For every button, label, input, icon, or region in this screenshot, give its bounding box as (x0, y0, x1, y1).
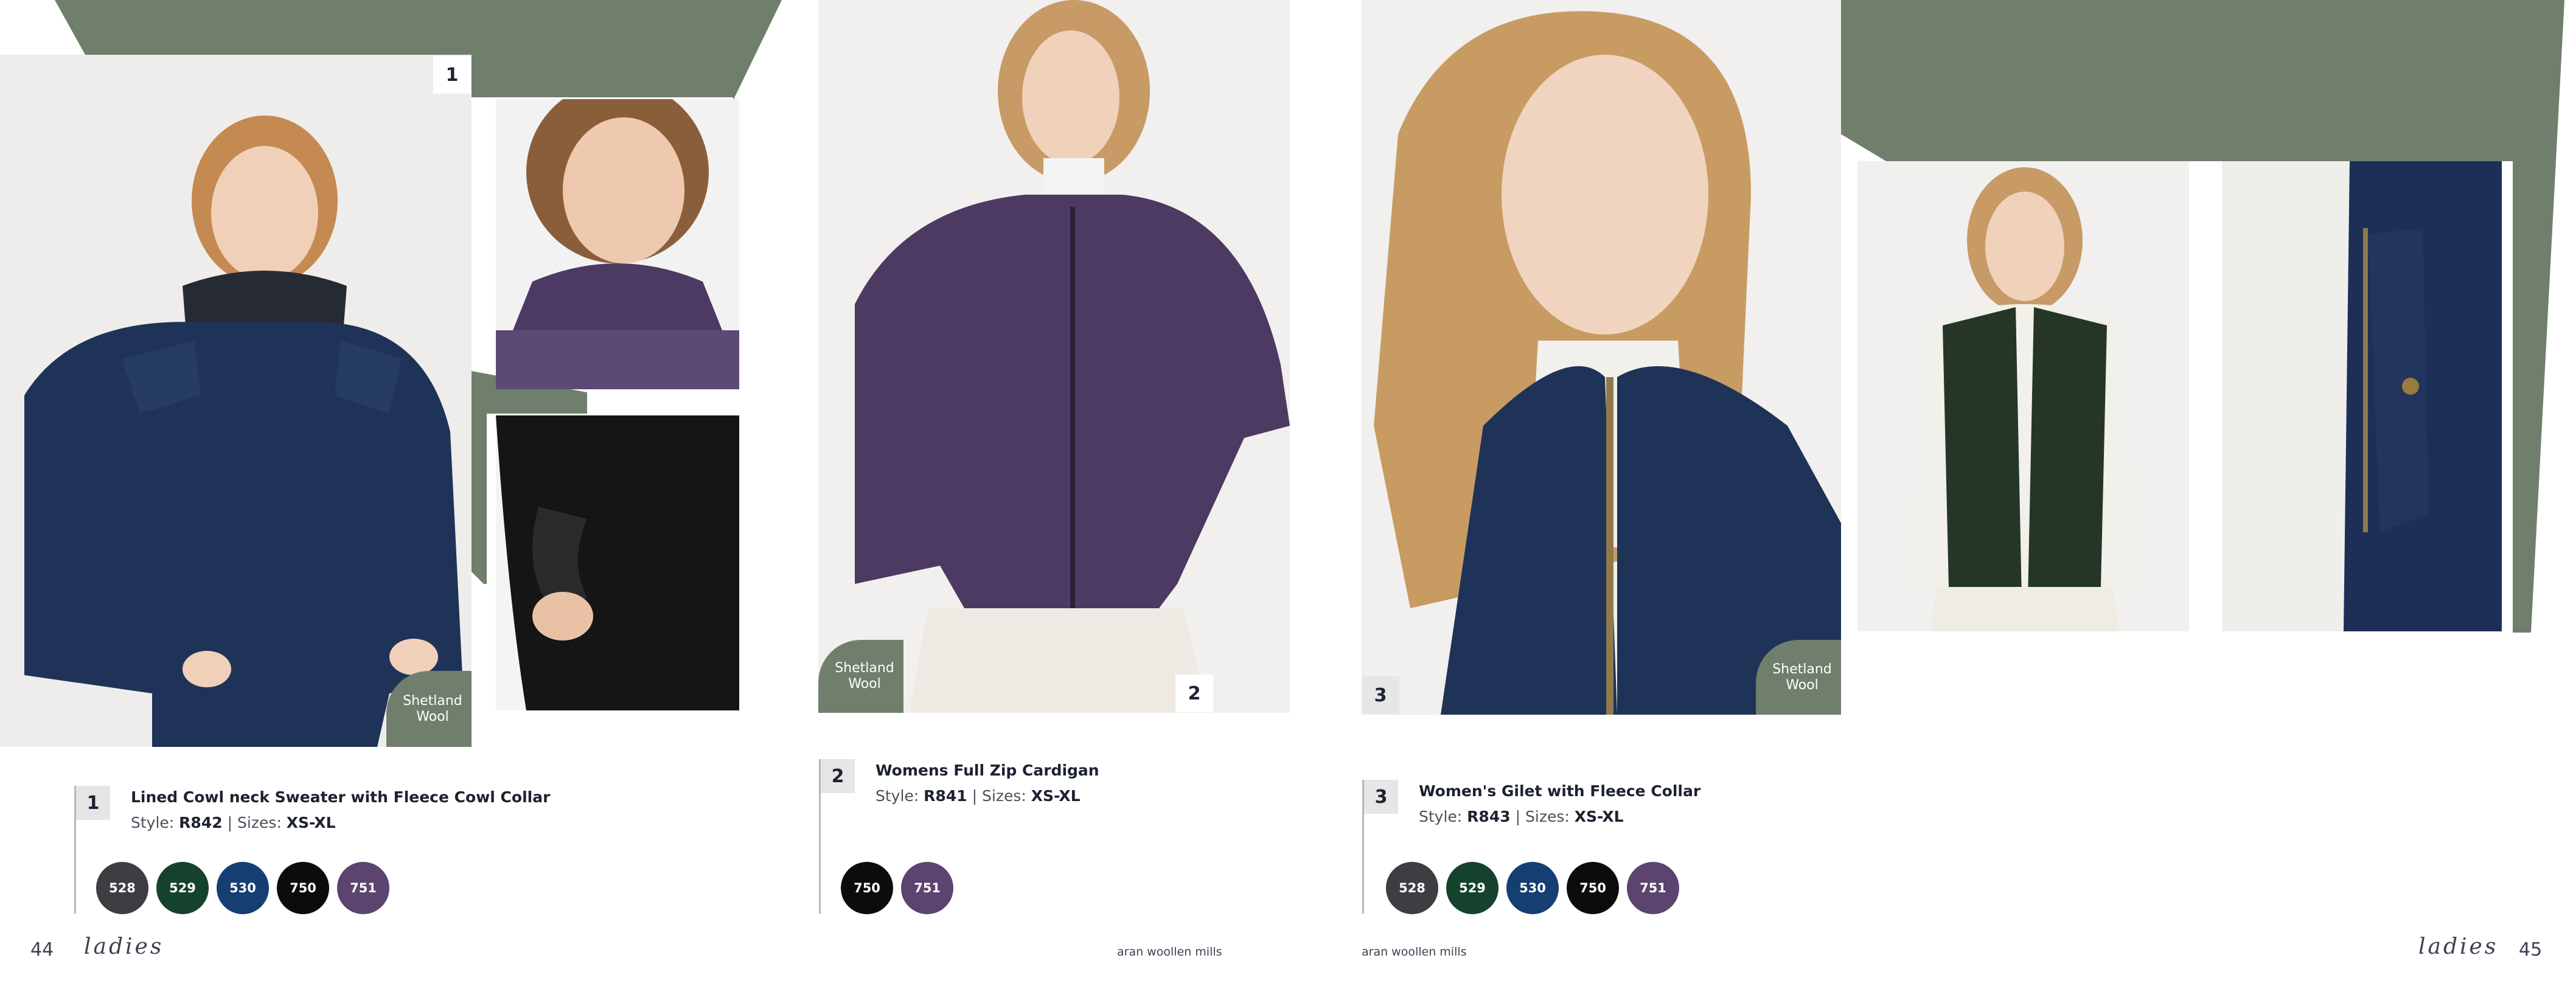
product-1-number: 1 (76, 786, 110, 820)
swatch-529[interactable]: 529 (156, 862, 209, 914)
wool-tag-2-line1: Shetland (835, 661, 894, 676)
photo-gilet-pocket (2222, 161, 2502, 631)
photo-2-badge: 2 (1175, 675, 1213, 712)
product-2-number: 2 (821, 759, 855, 793)
wool-tag-1-line2: Wool (416, 709, 449, 724)
photo-gilet-portrait (1362, 0, 1841, 715)
wool-tag-3-line1: Shetland (1772, 661, 1832, 677)
photo-gilet-full (1857, 161, 2189, 631)
product-2-sizes: XS-XL (1031, 787, 1081, 805)
photo-pocket-closeup (496, 415, 739, 710)
product-3-style-code: R843 (1467, 808, 1511, 825)
product-3-style-label: Style: (1419, 808, 1463, 825)
section-title-left: ladies (84, 934, 164, 959)
product-2-swatches: 750 751 (841, 862, 953, 914)
brand-left: aran woollen mills (1117, 945, 1222, 959)
product-1-style-label: Style: (131, 814, 175, 831)
product-3-sizes-label: Sizes: (1525, 808, 1570, 825)
swatch-528[interactable]: 528 (96, 862, 148, 914)
product-2-style-code: R841 (924, 787, 967, 805)
product-1-title: Lined Cowl neck Sweater with Fleece Cowl… (131, 788, 551, 806)
product-1-meta: Style: R842 | Sizes: XS-XL (131, 814, 336, 831)
page-number-right: 45 (2519, 939, 2543, 960)
product-3-title: Women's Gilet with Fleece Collar (1419, 782, 1701, 800)
product-3-sizes: XS-XL (1574, 808, 1624, 825)
swatch-751[interactable]: 751 (337, 862, 389, 914)
product-2-meta: Style: R841 | Sizes: XS-XL (875, 787, 1081, 805)
product-2-style-label: Style: (875, 787, 919, 805)
swatch-750[interactable]: 750 (1567, 862, 1619, 914)
photo-cowl-closeup (496, 99, 739, 389)
swatch-530[interactable]: 530 (1506, 862, 1559, 914)
wool-tag-1: Shetland Wool (386, 671, 472, 747)
product-1-sizes: XS-XL (286, 814, 336, 831)
swatch-751[interactable]: 751 (1627, 862, 1679, 914)
photo-cowl-sweater (0, 55, 472, 747)
product-1-swatches: 528 529 530 750 751 (96, 862, 389, 914)
wool-tag-1-line1: Shetland (403, 693, 462, 709)
swatch-750[interactable]: 750 (841, 862, 893, 914)
product-3-number: 3 (1364, 780, 1398, 814)
page-number-left: 44 (30, 939, 54, 960)
wool-tag-2-line2: Wool (848, 676, 881, 692)
product-3-swatches: 528 529 530 750 751 (1386, 862, 1679, 914)
swatch-751[interactable]: 751 (901, 862, 953, 914)
product-3-meta: Style: R843 | Sizes: XS-XL (1419, 808, 1624, 825)
product-1-sizes-label: Sizes: (237, 814, 282, 831)
brand-right: aran woollen mills (1362, 945, 1467, 959)
wool-tag-3: Shetland Wool (1756, 640, 1841, 715)
section-title-right: ladies (2418, 934, 2499, 959)
product-1-style-code: R842 (179, 814, 223, 831)
product-2-title: Womens Full Zip Cardigan (875, 762, 1099, 779)
product-2-sizes-label: Sizes: (982, 787, 1026, 805)
photo-3-badge: 3 (1362, 676, 1399, 714)
swatch-528[interactable]: 528 (1386, 862, 1438, 914)
photo-1-badge: 1 (433, 56, 471, 94)
photo-zip-cardigan (818, 0, 1290, 713)
swatch-750[interactable]: 750 (277, 862, 329, 914)
swatch-530[interactable]: 530 (217, 862, 269, 914)
wool-tag-3-line2: Wool (1786, 677, 1819, 693)
swatch-529[interactable]: 529 (1446, 862, 1499, 914)
